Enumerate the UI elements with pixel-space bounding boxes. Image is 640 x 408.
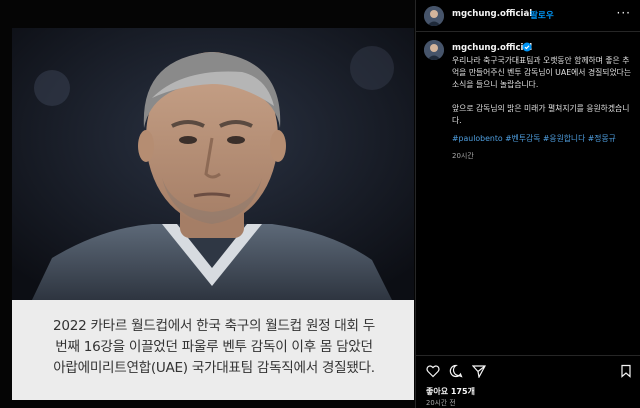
photo-caption: 2022 카타르 월드컵에서 한국 축구의 월드컵 원정 대회 두 번째 16강…	[18, 316, 410, 379]
post-timestamp: 20시간 전	[426, 399, 456, 407]
post-actions: 좋아요 175개 20시간 전	[416, 355, 640, 408]
coach-portrait-image	[12, 28, 414, 300]
hashtag-list: #paulobento #벤투감독 #응원합니다 #정몽규	[452, 133, 637, 145]
avatar[interactable]	[424, 6, 444, 26]
comment-icon[interactable]	[449, 364, 463, 378]
follow-button[interactable]: 팔로우	[530, 9, 554, 21]
post-panel: mgchung.official • 팔로우 ··· mgchung.offic…	[415, 0, 640, 408]
post-media: 2022 카타르 월드컵에서 한국 축구의 월드컵 원정 대회 두 번째 16강…	[0, 0, 415, 408]
likes-count[interactable]: 좋아요 175개	[426, 386, 475, 397]
caption-line: 2022 카타르 월드컵에서 한국 축구의 월드컵 원정 대회 두	[53, 318, 375, 334]
caption-paragraph: 우리나라 축구국가대표팀과 오랫동안 함께하며 좋은 추억을 만들어주신 벤투 …	[452, 56, 631, 89]
paper-plane-icon[interactable]	[472, 364, 486, 378]
username-link[interactable]: mgchung.official	[452, 43, 532, 53]
hashtag-link[interactable]: #벤투감독	[505, 134, 540, 143]
caption-line: 번째 16강을 이끌었던 파울루 벤투 감독이 이후 몸 담았던	[55, 339, 373, 355]
hashtag-link[interactable]: #paulobento	[452, 134, 503, 143]
separator-dot: •	[524, 8, 530, 18]
photo-caption-box: 2022 카타르 월드컵에서 한국 축구의 월드컵 원정 대회 두 번째 16강…	[12, 300, 414, 400]
post-header: mgchung.official • 팔로우 ···	[416, 0, 640, 32]
heart-icon[interactable]	[426, 364, 440, 378]
hashtag-link[interactable]: #정몽규	[588, 134, 616, 143]
verified-badge-icon	[522, 42, 532, 52]
bookmark-icon[interactable]	[619, 364, 633, 378]
hashtag-link[interactable]: #응원합니다	[543, 134, 585, 143]
caption-paragraph: 앞으로 감독님의 밝은 미래가 펼쳐지기를 응원하겠습니다.	[452, 104, 630, 125]
comment-timestamp: 20시간	[452, 152, 474, 160]
username-link[interactable]: mgchung.official	[452, 9, 532, 19]
more-options-icon[interactable]: ···	[617, 6, 631, 20]
post-photo[interactable]	[12, 28, 414, 300]
post-caption-text: 우리나라 축구국가대표팀과 오랫동안 함께하며 좋은 추억을 만들어주신 벤투 …	[452, 55, 634, 127]
avatar[interactable]	[424, 40, 444, 60]
caption-line: 아랍에미리트연합(UAE) 국가대표팀 감독직에서 경질됐다.	[53, 360, 375, 376]
